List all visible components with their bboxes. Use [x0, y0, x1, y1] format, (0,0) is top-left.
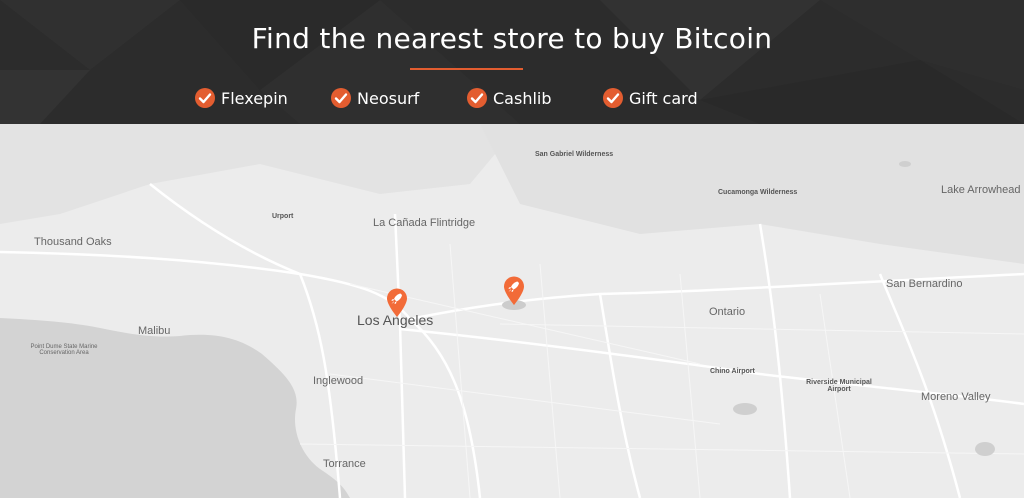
label-san-gabriel-wilderness: San Gabriel Wilderness — [535, 151, 614, 158]
lake — [733, 403, 757, 415]
label-ontario: Ontario — [709, 306, 746, 318]
option-label: Neosurf — [357, 88, 420, 108]
title-divider — [410, 68, 523, 70]
label-riverside-airport: Riverside Municipal Airport — [806, 379, 872, 393]
option-flexepin[interactable]: Flexepin — [195, 86, 288, 110]
option-gift-card[interactable]: Gift card — [603, 86, 698, 110]
label-la-canada: La Cañada Flintridge — [373, 217, 476, 229]
label-san-bernardino: San Bernardino — [886, 278, 963, 290]
label-inglewood: Inglewood — [313, 375, 364, 387]
map-base-layer — [0, 124, 1024, 498]
label-thousand-oaks: Thousand Oaks — [34, 236, 112, 248]
check-circle-icon — [603, 88, 623, 108]
label-moreno-valley: Moreno Valley — [921, 391, 991, 403]
option-label: Cashlib — [493, 88, 552, 108]
option-label: Flexepin — [221, 88, 288, 108]
option-neosurf[interactable]: Neosurf — [331, 86, 419, 110]
label-point-dume: Point Dume State Marine Conservation Are… — [30, 344, 98, 356]
label-torrance: Torrance — [323, 458, 366, 470]
label-malibu: Malibu — [138, 325, 171, 337]
check-circle-icon — [195, 88, 215, 108]
store-map[interactable]: Thousand Oaks La Cañada Flintridge Los A… — [0, 124, 1024, 498]
option-label: Gift card — [629, 88, 698, 108]
header-banner: Find the nearest store to buy Bitcoin Fl… — [0, 0, 1024, 124]
check-circle-icon — [331, 88, 351, 108]
store-marker-east[interactable] — [503, 276, 525, 306]
lake — [899, 161, 911, 167]
lake — [975, 442, 995, 456]
store-marker-los-angeles[interactable] — [386, 288, 408, 318]
page-title: Find the nearest store to buy Bitcoin — [251, 22, 773, 55]
label-cucamonga-wilderness: Cucamonga Wilderness — [718, 189, 798, 196]
label-urport: Urport — [272, 213, 294, 220]
label-chino-airport: Chino Airport — [710, 368, 755, 375]
mountain-shading — [0, 124, 520, 224]
option-cashlib[interactable]: Cashlib — [467, 86, 552, 110]
check-circle-icon — [467, 88, 487, 108]
label-lake-arrowhead: Lake Arrowhead — [941, 184, 1021, 196]
